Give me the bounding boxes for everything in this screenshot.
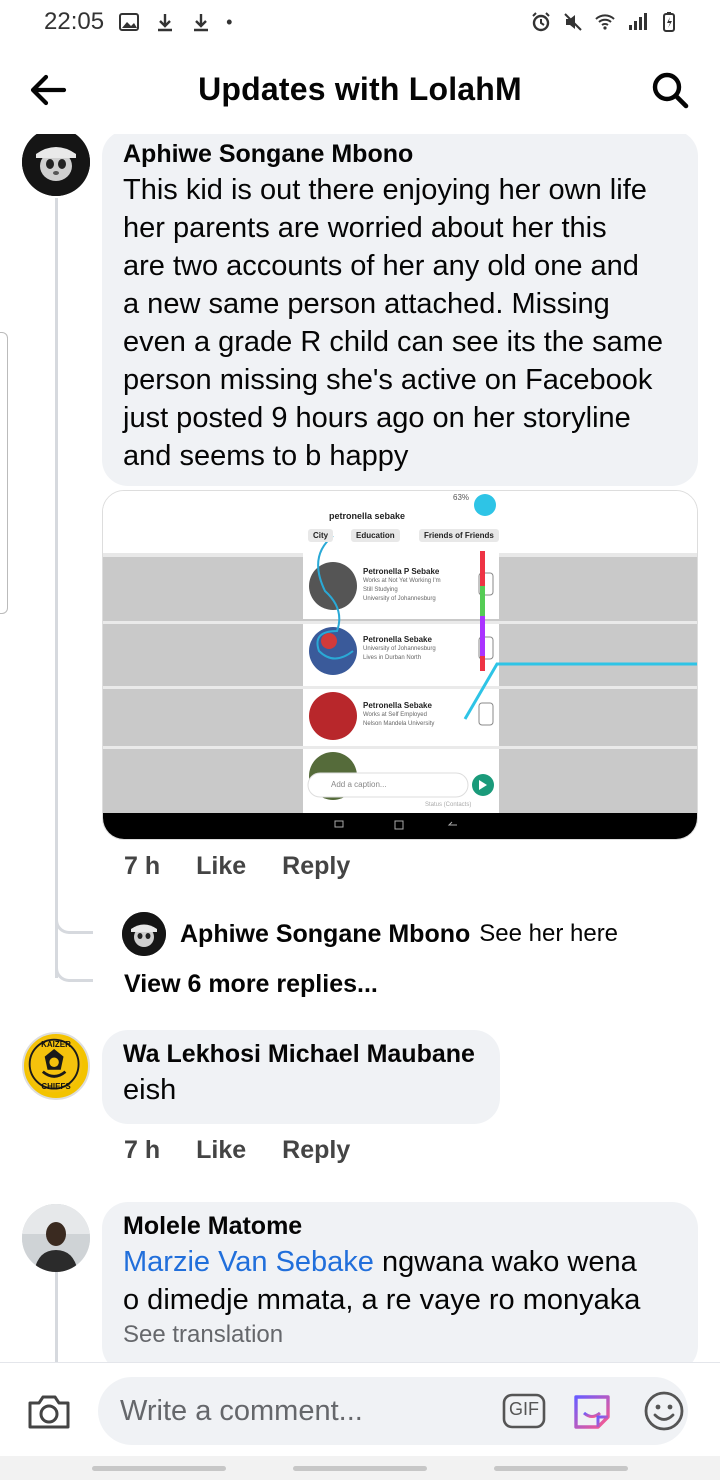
emoji-icon[interactable] [642, 1389, 686, 1433]
comment-author[interactable]: Wa Lekhosi Michael Maubane [123, 1040, 480, 1069]
comment-line: This kid is out there enjoying her own l… [123, 174, 647, 206]
wifi-icon [595, 14, 615, 30]
sticker-icon[interactable] [570, 1389, 614, 1433]
gallery-icon [119, 13, 140, 31]
shot-result-line: University of Johannesburg [363, 646, 436, 652]
thread-branch-1 [55, 912, 93, 934]
see-translation-link[interactable]: See translation [123, 1321, 678, 1349]
shot-result-name: Petronella Sebake [363, 635, 432, 644]
view-more-replies[interactable]: View 6 more replies... [124, 970, 378, 999]
comment-text: eish [123, 1074, 177, 1106]
comment-text: Marzie Van Sebake ngwana wako wena o dim… [123, 1243, 678, 1319]
shot-result-line: Lives in Durban North [363, 655, 422, 661]
comment-bubble[interactable]: Aphiwe Songane Mbono This kid is out the… [102, 134, 698, 486]
download-icon-2 [194, 14, 209, 32]
comments-list[interactable]: Aphiwe Songane Mbono This kid is out the… [0, 134, 720, 1364]
avatar[interactable]: KAIZER CHIEFS [22, 1032, 90, 1100]
nav-recents-indicator[interactable] [92, 1466, 226, 1471]
comment-author[interactable]: Molele Matome [123, 1212, 678, 1241]
like-button[interactable]: Like [196, 852, 246, 881]
comment-line: o dimedje mmata, a re vaye ro monyaka [123, 1284, 641, 1316]
comment-line: her parents are worried about her this [123, 212, 607, 244]
shot-result-name: Petronella P Sebake [363, 567, 440, 576]
page-title: Updates with LolahM [198, 70, 522, 107]
battery-icon [663, 12, 675, 32]
mention-link[interactable]: Marzie Van Sebake [123, 1246, 374, 1278]
download-icon [158, 14, 173, 32]
nav-back-indicator[interactable] [494, 1466, 628, 1471]
comment-line: just posted 9 hours ago on her storyline [123, 402, 631, 434]
shot-result-line: Works at Self Employed [363, 712, 427, 718]
gif-button[interactable]: GIF [502, 1391, 546, 1431]
mute-icon [564, 13, 582, 31]
signal-icon [629, 13, 647, 30]
reply-button[interactable]: Reply [282, 1136, 350, 1165]
shot-result-name: Petronella Sebake [363, 701, 432, 710]
shot-status-text: Status (Contacts) [425, 802, 472, 808]
shot-result-line: Still Studying [363, 587, 398, 593]
alarm-icon [532, 12, 550, 32]
status-dot: • [226, 11, 233, 32]
like-button[interactable]: Like [196, 1136, 246, 1165]
reply-text: See her here [479, 920, 619, 947]
comment-line: are two accounts of her any old one and [123, 250, 639, 282]
comment-bubble[interactable]: Wa Lekhosi Michael Maubane eish [102, 1030, 500, 1124]
comment-text-fragment: ngwana wako wena [373, 1246, 637, 1278]
shot-result-line: Works at Not Yet Working I'm [363, 578, 441, 584]
comment-image-attachment[interactable]: petronella sebake 63% City Education Fri… [102, 490, 698, 840]
status-time: 22:05 [44, 8, 105, 35]
avatar-logo-text: KAIZER [41, 1040, 71, 1049]
camera-icon[interactable] [26, 1391, 72, 1431]
comment-line: even a grade R child can see its the sam… [123, 326, 664, 358]
nav-home-indicator[interactable] [293, 1466, 427, 1471]
comment-time: 7 h [124, 1136, 161, 1164]
reply-avatar [122, 912, 166, 956]
comment-composer: Write a comment... GIF [0, 1362, 720, 1456]
comment-author[interactable]: Aphiwe Songane Mbono [123, 140, 678, 169]
comment-line: and seems to b happy [123, 440, 409, 472]
back-arrow-icon[interactable] [26, 68, 70, 112]
avatar[interactable] [22, 1204, 90, 1272]
shot-result-line: University of Johannesburg [363, 596, 436, 602]
shot-caption-placeholder: Add a caption... [331, 780, 387, 789]
search-icon[interactable] [648, 68, 692, 112]
reply-avatar-image [122, 912, 166, 956]
avatar-logo-text: CHIEFS [41, 1082, 71, 1091]
thread-line [55, 198, 58, 978]
comment-time: 7 h [124, 852, 161, 880]
reply-preview[interactable]: Aphiwe Songane Mbono See her here [122, 912, 618, 956]
comment-line: Marzie Van Sebake ngwana wako wena [123, 1243, 678, 1281]
shot-filter-fof: Friends of Friends [419, 529, 499, 542]
status-bar: 22:05 • [0, 0, 720, 44]
avatar[interactable] [22, 134, 90, 196]
comment-line: person missing she's active on Facebook [123, 364, 653, 396]
comment-actions: 7 h Like Reply [124, 852, 350, 881]
comment-line: a new same person attached. Missing [123, 288, 610, 320]
comment-actions: 7 h Like Reply [124, 1136, 350, 1165]
thread-branch-2 [55, 960, 93, 982]
reply-button[interactable]: Reply [282, 852, 350, 881]
shot-search-title: petronella sebake [329, 511, 406, 521]
shot-battery: 63% [453, 493, 470, 502]
comment-bubble[interactable]: Molele Matome Marzie Van Sebake ngwana w… [102, 1202, 698, 1364]
shot-filter-city: City [308, 529, 334, 542]
comment-input-placeholder: Write a comment... [120, 1395, 363, 1427]
attached-screenshot [103, 491, 697, 839]
gif-label: GIF [509, 1399, 539, 1419]
shot-filter-education: Education [351, 529, 400, 542]
thread-line [55, 1272, 58, 1364]
comment-text: This kid is out there enjoying her own l… [123, 171, 678, 475]
avatar-photo [22, 1204, 90, 1272]
reply-author[interactable]: Aphiwe Songane Mbono [180, 920, 470, 949]
avatar-image [22, 134, 90, 196]
app-header: Updates with LolahM [0, 44, 720, 134]
comment-input[interactable]: Write a comment... GIF [98, 1377, 688, 1445]
shot-result-line: Nelson Mandela University [363, 721, 435, 727]
system-nav-bar [0, 1456, 720, 1480]
